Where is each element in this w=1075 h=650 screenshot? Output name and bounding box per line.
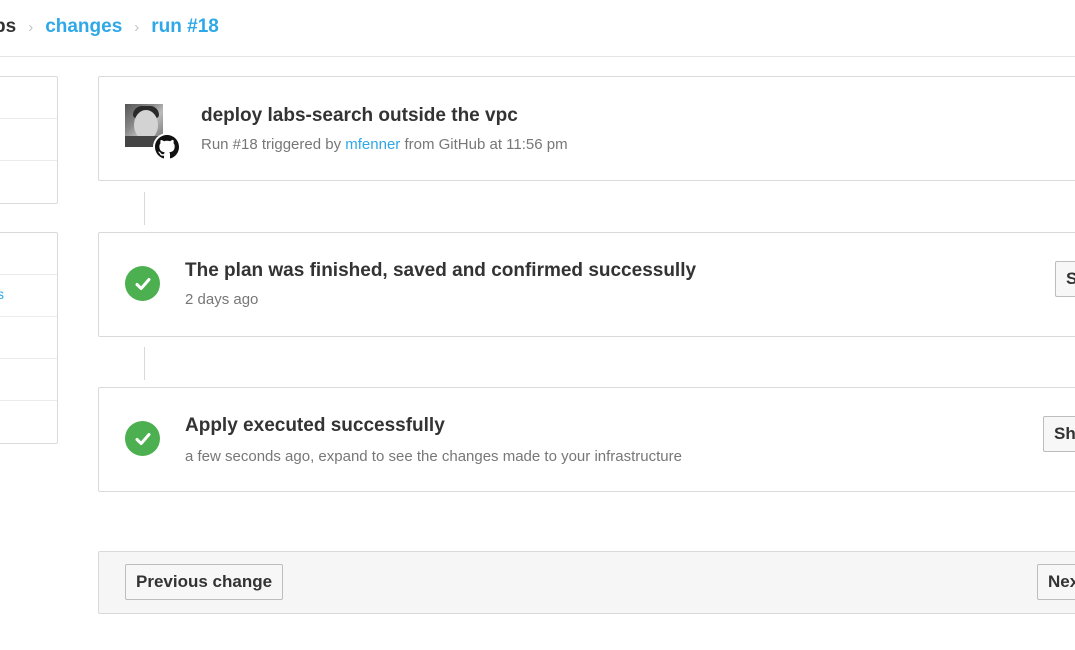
sidebar-item[interactable] [0,161,57,203]
breadcrumb-separator-icon: › [28,18,34,36]
sidebar-item[interactable] [0,359,57,401]
sidebar-item[interactable] [0,77,57,119]
breadcrumb-separator-icon: › [134,18,140,36]
sidebar-item[interactable] [0,401,57,443]
github-icon [153,133,181,161]
apply-step-description: a few seconds ago, expand to see the cha… [185,448,682,465]
plan-step-time: 2 days ago [185,291,259,308]
apply-step-title: Apply executed successfully [185,415,445,436]
timeline-connector [144,192,145,225]
sidebar-menu-2: s [0,232,58,444]
plan-step-card[interactable]: The plan was finished, saved and confirm… [98,232,1075,337]
breadcrumb: bs › changes › run #18 [0,16,219,38]
sidebar-item[interactable] [0,317,57,359]
sidebar-item[interactable] [0,119,57,161]
timeline-connector [144,347,145,380]
sidebar-menu-1 [0,76,58,204]
plan-step-title: The plan was finished, saved and confirm… [185,260,697,281]
breadcrumb-item-run[interactable]: run #18 [151,16,219,38]
sidebar-item-active[interactable]: s [0,275,57,317]
show-plan-button[interactable]: S [1055,261,1075,297]
breadcrumb-item-project[interactable]: bs [0,16,16,38]
check-circle-icon [125,421,160,456]
run-header-card: deploy labs-search outside the vpc Run #… [98,76,1075,181]
apply-step-card[interactable]: Apply executed successfully a few second… [98,387,1075,492]
sidebar-item-label: s [0,286,4,302]
next-change-button[interactable]: Nex [1037,564,1075,600]
show-apply-button[interactable]: Sh [1043,416,1075,452]
change-pager: Previous change Nex [98,551,1075,614]
user-link[interactable]: mfenner [345,136,400,153]
sidebar-item[interactable] [0,233,57,275]
check-circle-icon [125,266,160,301]
run-title: deploy labs-search outside the vpc [201,105,518,126]
header: bs › changes › run #18 [0,0,1075,57]
breadcrumb-item-changes[interactable]: changes [45,16,122,38]
run-subtitle: Run #18 triggered by mfenner from GitHub… [201,136,568,153]
previous-change-button[interactable]: Previous change [125,564,284,600]
